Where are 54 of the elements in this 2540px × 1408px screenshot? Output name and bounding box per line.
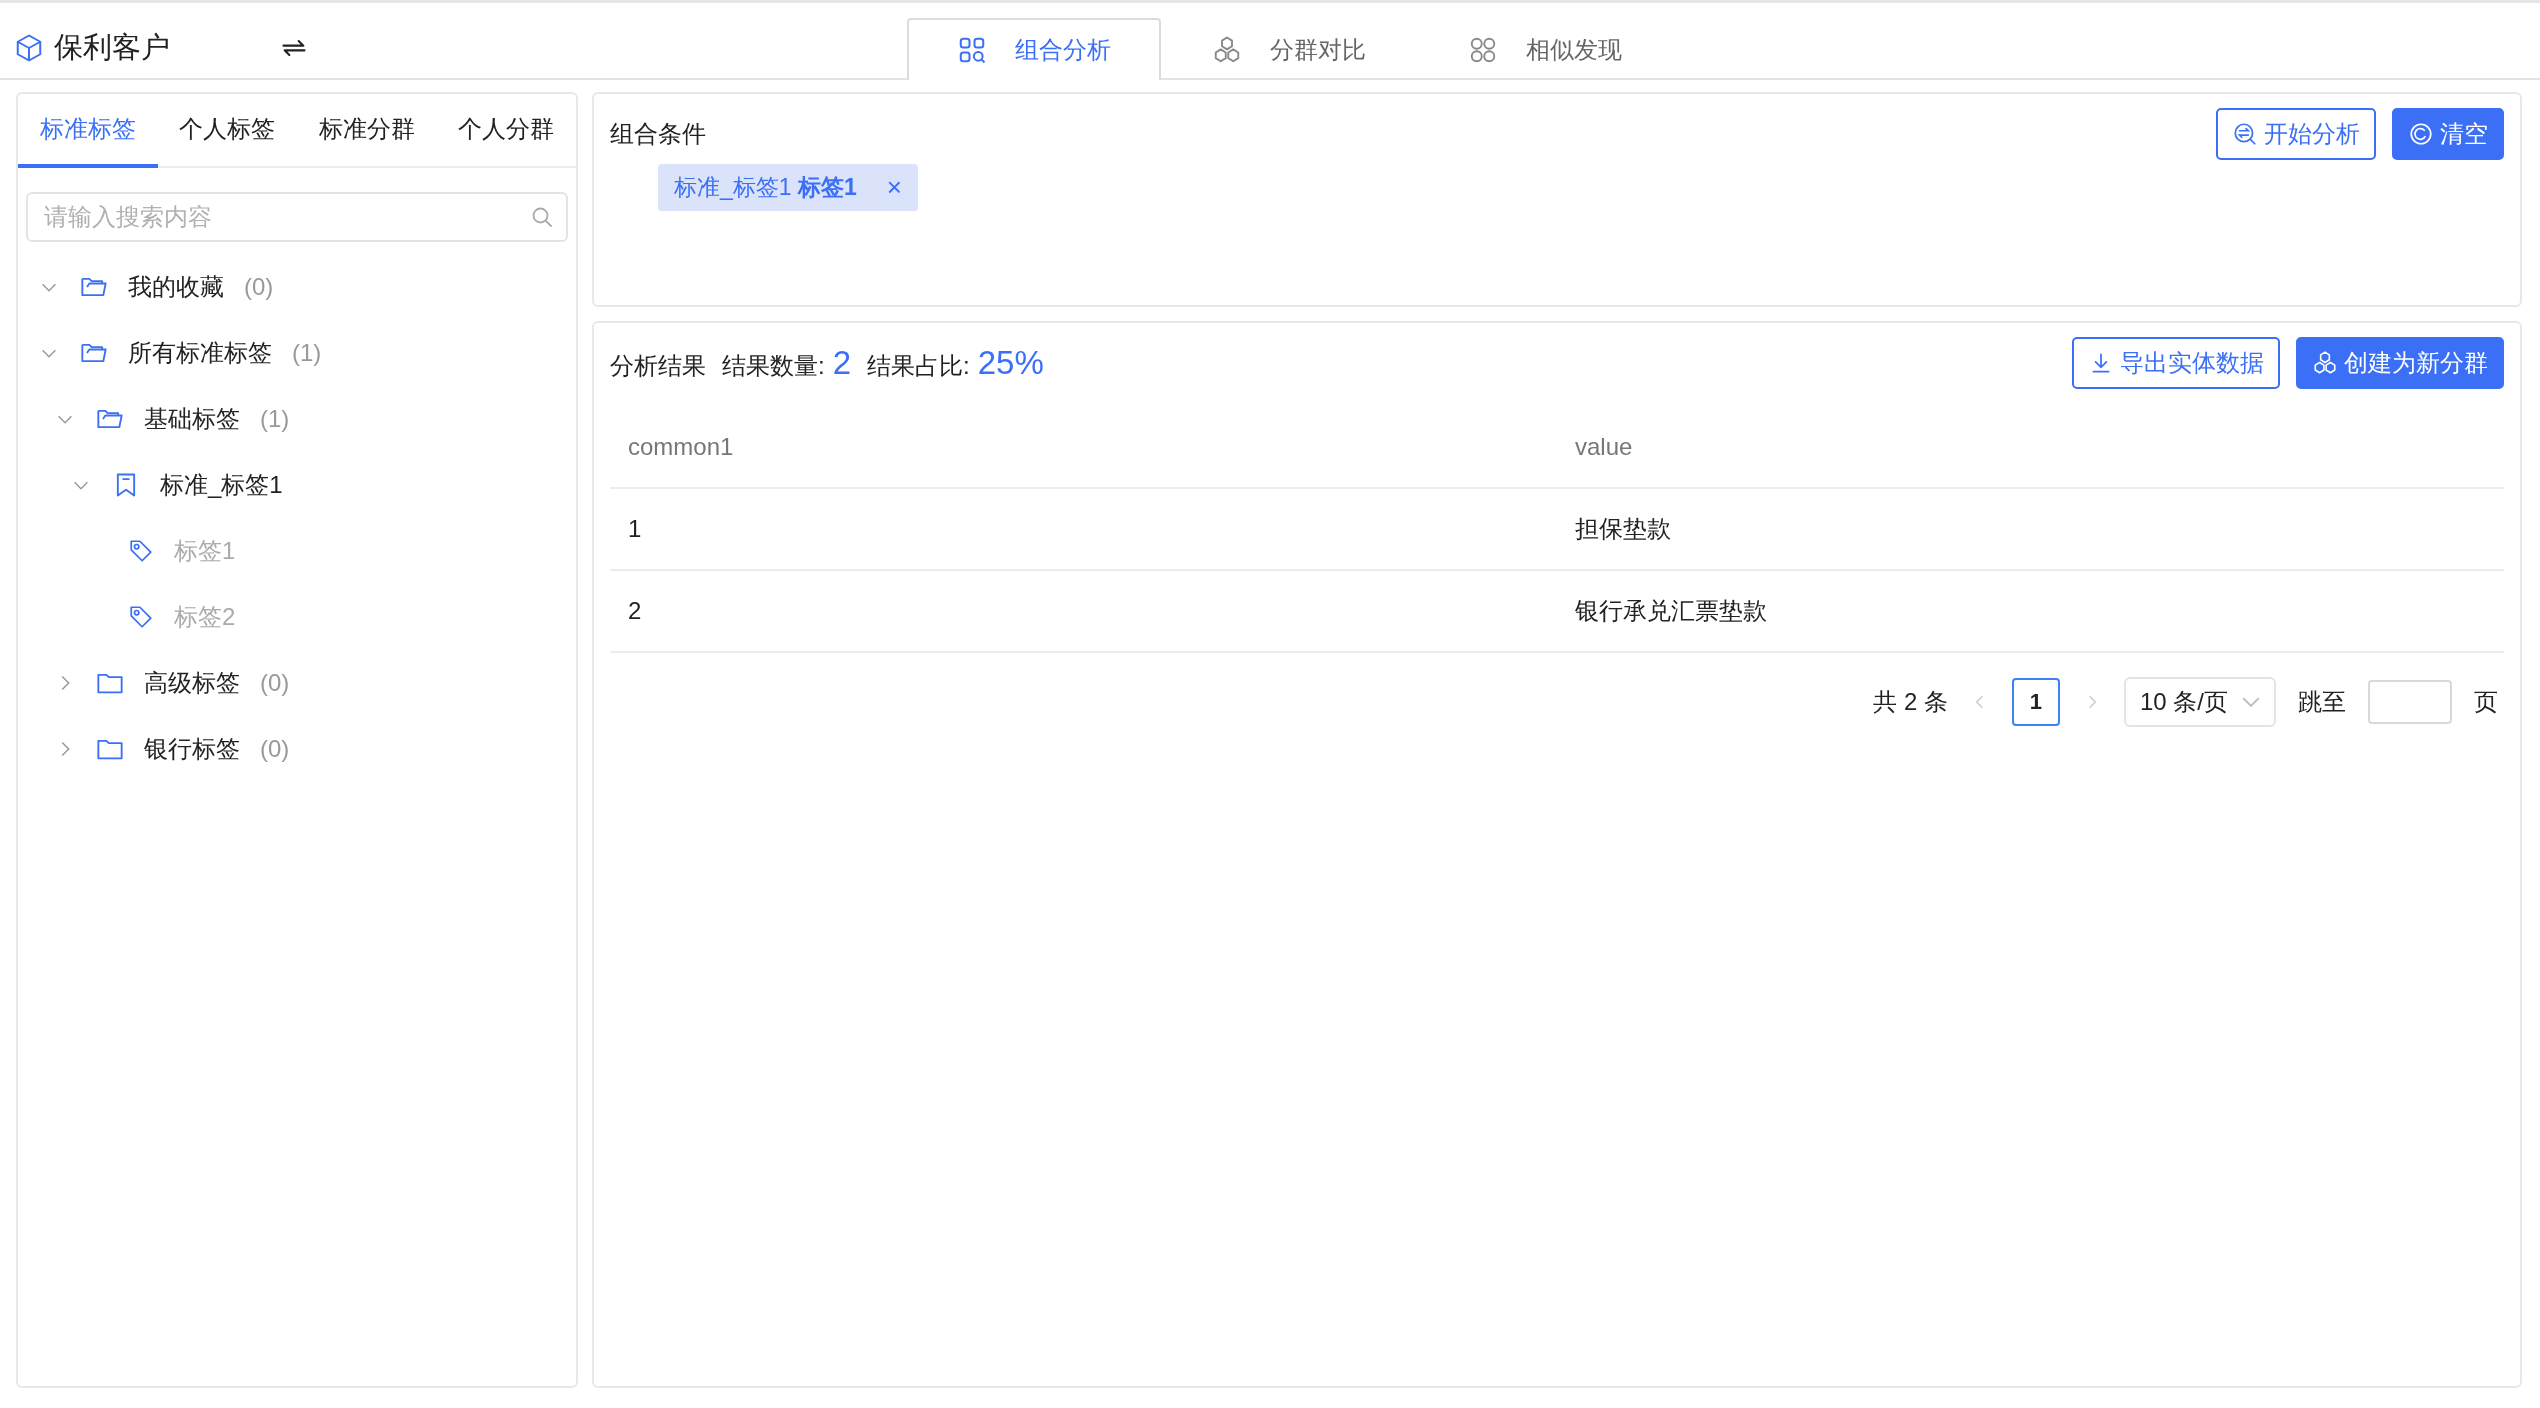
circles-icon — [1468, 35, 1498, 65]
tree-item-label[interactable]: 我的收藏 — [128, 271, 224, 303]
condition-tag: 标准_标签1 标签1 × — [658, 164, 918, 211]
column-header: common1 — [627, 432, 735, 462]
stat-value: 25% — [977, 344, 1044, 382]
button[interactable]: 开始分析 — [2216, 108, 2376, 160]
chevron-down-icon — [2242, 697, 2260, 707]
app-title: 保利客户 — [54, 30, 170, 65]
column-header: value — [1574, 432, 1634, 462]
tab[interactable]: 标准标签 — [18, 94, 158, 168]
search-field[interactable]: 请输入搜索内容 — [26, 192, 568, 242]
reset-icon — [2408, 121, 2434, 147]
grid-icon — [957, 35, 987, 65]
stat-value: 2 — [832, 344, 852, 382]
item-count: (0) — [244, 273, 274, 301]
table-cell-text: 银行承兑汇票垫款 — [1574, 596, 1768, 626]
item-count: (0) — [260, 735, 290, 763]
tree-item-label[interactable]: 银行标签 — [144, 733, 240, 765]
tab[interactable]: 组合分析 — [907, 18, 1161, 80]
table-cell-text: 担保垫款 — [1574, 514, 1672, 544]
item-count: (0) — [260, 669, 290, 697]
table-cell-text: 1 — [627, 514, 643, 544]
search-icon[interactable] — [530, 205, 554, 229]
total-count: 共 2 条 — [1873, 687, 1948, 717]
tag-icon — [128, 538, 154, 564]
item-count: (1) — [260, 405, 290, 433]
stat-label: 结果占比: — [867, 351, 970, 381]
button[interactable]: 创建为新分群 — [2296, 337, 2504, 389]
section-title: 分析结果 — [610, 351, 706, 381]
section-title: 组合条件 — [610, 119, 706, 149]
tab[interactable]: 分群对比 — [1161, 18, 1417, 80]
tab[interactable]: 相似发现 — [1417, 18, 1673, 80]
tree-item-label[interactable]: 基础标签 — [144, 403, 240, 435]
page-size-select[interactable]: 10 条/页 — [2123, 677, 2276, 727]
page-number[interactable]: 1 — [2011, 678, 2060, 726]
cube-icon — [14, 33, 44, 63]
table-cell-text: 2 — [627, 596, 643, 626]
tab[interactable]: 个人分群 — [436, 94, 576, 168]
tab[interactable]: 标准分群 — [297, 94, 437, 168]
button[interactable]: 清空 — [2392, 108, 2504, 160]
tag-icon — [128, 604, 154, 630]
hexagons-icon — [2312, 350, 2338, 376]
tree-item-label[interactable]: 所有标准标签 — [128, 337, 272, 369]
item-count: (1) — [292, 339, 322, 367]
tree-item-label[interactable]: 高级标签 — [144, 667, 240, 699]
button[interactable]: 导出实体数据 — [2072, 337, 2280, 389]
jump-label: 跳至 — [2298, 687, 2346, 717]
tab[interactable]: 个人标签 — [157, 94, 297, 168]
stat-label: 结果数量: — [722, 351, 825, 381]
tree-item-label[interactable]: 标准_标签1 — [160, 469, 283, 501]
page-input[interactable] — [2368, 680, 2452, 724]
page-unit: 页 — [2474, 687, 2498, 717]
analyze-icon — [2232, 121, 2258, 147]
hexagons-icon — [1212, 35, 1242, 65]
